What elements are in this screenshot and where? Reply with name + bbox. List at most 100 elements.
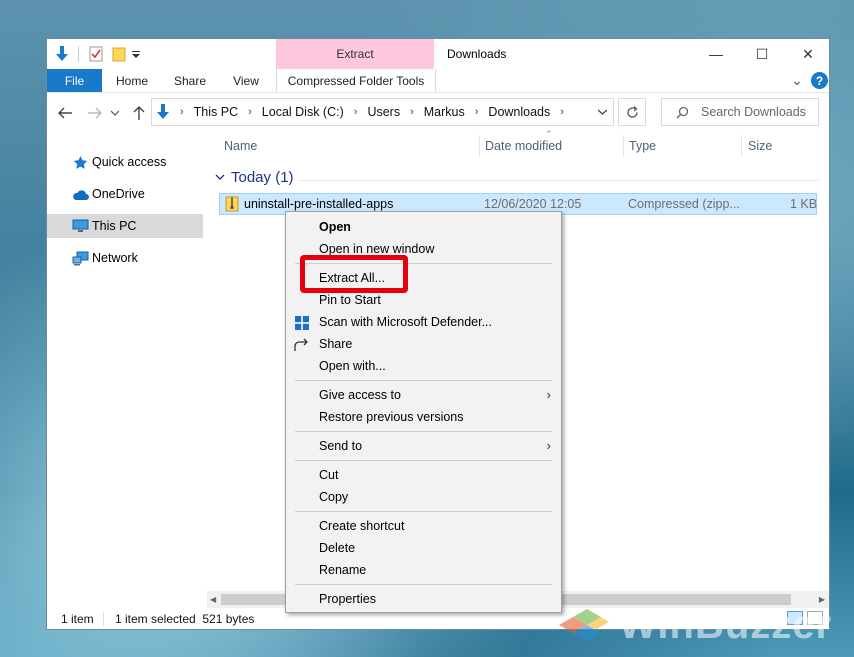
back-arrow-icon[interactable] xyxy=(55,103,75,123)
search-icon xyxy=(676,106,689,119)
status-item-count: 1 item xyxy=(61,612,94,626)
network-icon xyxy=(71,249,89,267)
down-arrow-icon[interactable] xyxy=(53,45,71,63)
breadcrumb-downloads[interactable]: Downloads xyxy=(488,105,550,119)
tab-share[interactable]: Share xyxy=(164,69,216,92)
breadcrumb-separator[interactable]: › xyxy=(475,106,479,118)
shield-icon xyxy=(293,314,310,331)
watermark-text: WinBuzzer xyxy=(619,602,833,647)
downloads-folder-icon xyxy=(156,104,170,120)
file-name: uninstall-pre-installed-apps xyxy=(244,197,394,211)
breadcrumb-markus[interactable]: Markus xyxy=(424,105,465,119)
menu-item-label: Cut xyxy=(319,468,339,482)
menu-item-open-with[interactable]: Open with... xyxy=(286,355,561,377)
menu-item-copy[interactable]: Copy xyxy=(286,486,561,508)
monitor-icon xyxy=(71,217,89,235)
breadcrumb-separator[interactable]: › xyxy=(354,106,358,118)
tab-view[interactable]: View xyxy=(223,69,269,92)
chevron-down-icon xyxy=(215,174,225,181)
address-row: › This PC › Local Disk (C:) › Users › Ma… xyxy=(47,93,829,131)
column-divider[interactable] xyxy=(623,135,624,157)
menu-item-cut[interactable]: Cut xyxy=(286,464,561,486)
ribbon-tabs: File Home Share View Compressed Folder T… xyxy=(47,69,829,93)
sidebar-item-network[interactable]: Network xyxy=(47,246,203,270)
sidebar-item-this-pc[interactable]: This PC xyxy=(47,214,203,238)
menu-separator xyxy=(295,380,552,381)
maximize-button[interactable]: ☐ xyxy=(739,39,785,69)
menu-item-label: Open xyxy=(319,220,351,234)
star-icon xyxy=(71,153,89,171)
share-icon xyxy=(293,336,310,353)
menu-item-label: Send to xyxy=(319,439,363,453)
submenu-chevron-icon: › xyxy=(546,438,551,453)
breadcrumb-separator[interactable]: › xyxy=(248,106,252,118)
minimize-button[interactable]: — xyxy=(693,39,739,69)
breadcrumb-users[interactable]: Users xyxy=(367,105,400,119)
menu-item-give-access[interactable]: Give access to › xyxy=(286,384,561,406)
recent-locations-chevron-icon[interactable] xyxy=(109,103,121,123)
tab-home[interactable]: Home xyxy=(107,69,157,92)
breadcrumb-this-pc[interactable]: This PC xyxy=(194,105,238,119)
menu-item-restore-versions[interactable]: Restore previous versions xyxy=(286,406,561,428)
menu-item-label: Create shortcut xyxy=(319,519,405,533)
window-title: Downloads xyxy=(447,47,507,61)
file-size: 1 KB xyxy=(790,197,818,211)
tab-file[interactable]: File xyxy=(47,69,102,92)
menu-item-delete[interactable]: Delete xyxy=(286,537,561,559)
menu-item-label: Copy xyxy=(319,490,349,504)
close-button[interactable]: ✕ xyxy=(785,39,829,69)
breadcrumb-separator[interactable]: › xyxy=(560,106,564,118)
menu-item-label: Delete xyxy=(319,541,356,555)
menu-item-scan-defender[interactable]: Scan with Microsoft Defender... xyxy=(286,311,561,333)
column-header-name[interactable]: Name xyxy=(224,131,257,161)
refresh-icon xyxy=(626,105,639,119)
column-divider[interactable] xyxy=(479,135,480,157)
sidebar-item-label: Network xyxy=(92,251,138,265)
new-folder-icon[interactable] xyxy=(110,45,128,63)
status-divider xyxy=(103,612,104,626)
status-selection: 1 item selected 521 bytes xyxy=(115,612,255,626)
address-dropdown-chevron-icon[interactable] xyxy=(598,109,607,115)
group-header-today[interactable]: Today (1) xyxy=(215,169,294,186)
menu-item-label: Properties xyxy=(319,592,376,606)
menu-item-label: Pin to Start xyxy=(319,293,381,307)
column-header-date-modified[interactable]: Date modified xyxy=(485,131,562,161)
menu-separator xyxy=(295,460,552,461)
menu-item-label: Open in new window xyxy=(319,242,435,256)
column-header-size[interactable]: Size xyxy=(748,131,772,161)
sidebar-item-label: Quick access xyxy=(92,155,167,169)
menu-item-rename[interactable]: Rename xyxy=(286,559,561,581)
menu-separator xyxy=(295,511,552,512)
tab-compressed-folder-tools[interactable]: Compressed Folder Tools xyxy=(276,69,436,92)
forward-arrow-icon[interactable] xyxy=(85,103,105,123)
menu-item-create-shortcut[interactable]: Create shortcut xyxy=(286,515,561,537)
menu-item-properties[interactable]: Properties xyxy=(286,588,561,610)
up-arrow-icon[interactable] xyxy=(129,103,149,123)
winbuzzer-watermark: WinBuzzer xyxy=(555,595,850,655)
menu-item-share[interactable]: Share xyxy=(286,333,561,355)
menu-item-label: Open with... xyxy=(319,359,386,373)
breadcrumb-separator[interactable]: › xyxy=(410,106,414,118)
extract-all-highlight-box xyxy=(300,255,408,293)
menu-item-send-to[interactable]: Send to › xyxy=(286,435,561,457)
breadcrumb-local-disk[interactable]: Local Disk (C:) xyxy=(262,105,344,119)
menu-item-open[interactable]: Open xyxy=(286,216,561,238)
column-header-type[interactable]: Type xyxy=(629,131,656,161)
customize-toolbar-icon[interactable] xyxy=(131,45,141,63)
ribbon-collapse-icon[interactable]: ⌄ xyxy=(787,69,807,92)
refresh-button[interactable] xyxy=(618,98,646,126)
menu-separator xyxy=(295,431,552,432)
search-input[interactable]: Search Downloads xyxy=(661,98,819,126)
sidebar-item-onedrive[interactable]: OneDrive xyxy=(47,182,203,206)
extract-context-tab[interactable]: Extract xyxy=(276,39,434,69)
help-icon[interactable]: ? xyxy=(811,72,828,89)
column-divider[interactable] xyxy=(741,135,742,157)
sidebar-item-quick-access[interactable]: Quick access xyxy=(47,150,203,174)
scroll-left-icon[interactable]: ◀ xyxy=(210,595,216,604)
sidebar-item-label: This PC xyxy=(92,219,137,233)
address-bar[interactable]: › This PC › Local Disk (C:) › Users › Ma… xyxy=(151,98,614,126)
properties-check-icon[interactable] xyxy=(87,45,105,63)
menu-item-label: Share xyxy=(319,337,353,351)
menu-item-label: Scan with Microsoft Defender... xyxy=(319,315,492,329)
file-date-modified: 12/06/2020 12:05 xyxy=(484,197,582,211)
